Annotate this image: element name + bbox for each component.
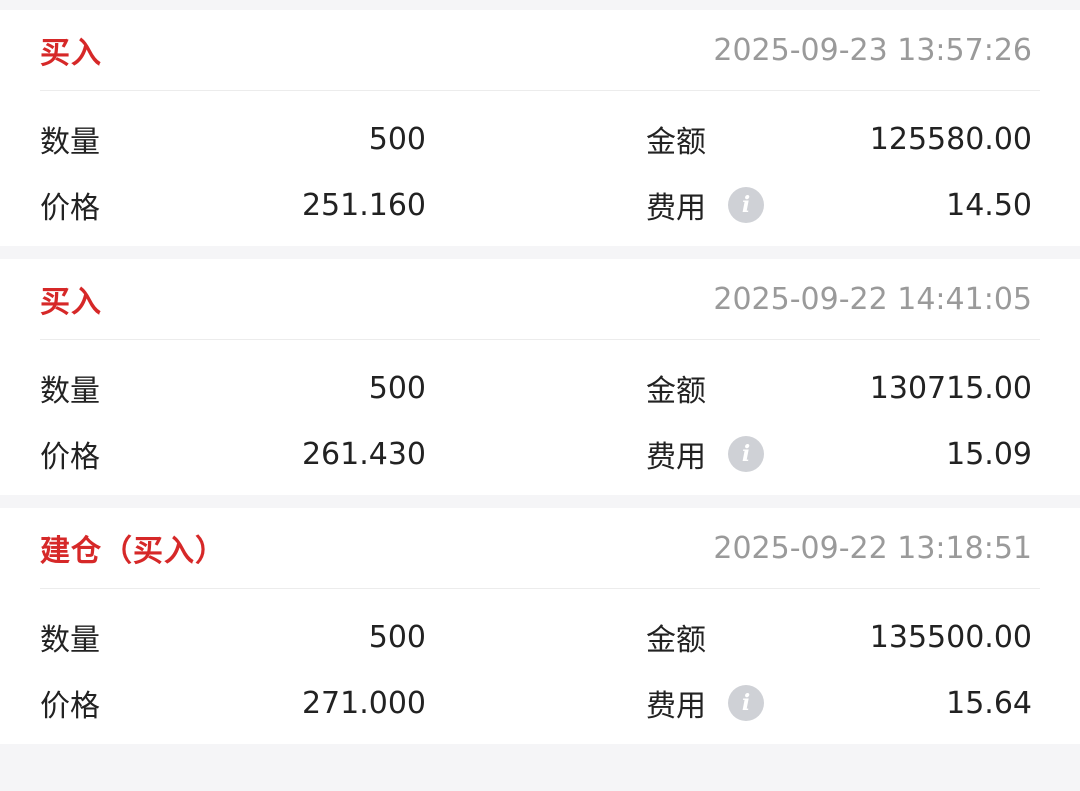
amount-cell: 金额 125580.00 bbox=[646, 117, 1032, 161]
trade-card[interactable]: 建仓（买入） 2025-09-22 13:18:51 数量 500 金额 135… bbox=[0, 508, 1080, 744]
fee-cell: 费用 i 15.09 bbox=[646, 432, 1032, 476]
price-value: 271.000 bbox=[301, 685, 426, 721]
amount-cell: 金额 130715.00 bbox=[646, 366, 1032, 410]
trade-details: 数量 500 金额 130715.00 价格 261.430 费用 i 15.0… bbox=[0, 355, 1080, 487]
price-cell: 价格 271.000 bbox=[40, 681, 426, 725]
amount-cell: 金额 135500.00 bbox=[646, 615, 1032, 659]
price-label: 价格 bbox=[40, 191, 100, 226]
trade-details: 数量 500 金额 135500.00 价格 271.000 费用 i 15.6… bbox=[0, 604, 1080, 736]
price-label: 价格 bbox=[40, 689, 100, 724]
quantity-label: 数量 bbox=[40, 374, 100, 409]
amount-value: 130715.00 bbox=[869, 370, 1032, 406]
trade-timestamp: 2025-09-23 13:57:26 bbox=[713, 32, 1032, 68]
trade-details: 数量 500 金额 125580.00 价格 251.160 费用 i 14.5… bbox=[0, 106, 1080, 238]
info-icon[interactable]: i bbox=[728, 685, 764, 721]
trade-card-header: 买入 2025-09-23 13:57:26 bbox=[40, 10, 1040, 91]
detail-row: 数量 500 金额 125580.00 bbox=[40, 106, 1040, 172]
detail-row: 数量 500 金额 130715.00 bbox=[40, 355, 1040, 421]
fee-value: 15.09 bbox=[946, 436, 1032, 472]
fee-label: 费用 bbox=[646, 689, 706, 724]
amount-value: 135500.00 bbox=[869, 619, 1032, 655]
fee-label-group: 费用 i bbox=[646, 432, 764, 476]
trade-type-label: 买入 bbox=[40, 285, 102, 320]
trade-card-header: 买入 2025-09-22 14:41:05 bbox=[40, 259, 1040, 340]
price-cell: 价格 261.430 bbox=[40, 432, 426, 476]
price-value: 251.160 bbox=[301, 187, 426, 223]
fee-value: 15.64 bbox=[946, 685, 1032, 721]
fee-cell: 费用 i 15.64 bbox=[646, 681, 1032, 725]
quantity-cell: 数量 500 bbox=[40, 366, 426, 410]
detail-row: 价格 251.160 费用 i 14.50 bbox=[40, 172, 1040, 238]
amount-value: 125580.00 bbox=[869, 121, 1032, 157]
trade-card-header: 建仓（买入） 2025-09-22 13:18:51 bbox=[40, 508, 1040, 589]
detail-row: 价格 271.000 费用 i 15.64 bbox=[40, 670, 1040, 736]
quantity-label: 数量 bbox=[40, 125, 100, 160]
detail-row: 数量 500 金额 135500.00 bbox=[40, 604, 1040, 670]
trade-card[interactable]: 买入 2025-09-23 13:57:26 数量 500 金额 125580.… bbox=[0, 10, 1080, 246]
quantity-cell: 数量 500 bbox=[40, 615, 426, 659]
trade-timestamp: 2025-09-22 14:41:05 bbox=[713, 281, 1032, 317]
quantity-label: 数量 bbox=[40, 623, 100, 658]
trade-timestamp: 2025-09-22 13:18:51 bbox=[713, 530, 1032, 566]
fee-label-group: 费用 i bbox=[646, 183, 764, 227]
trade-record-list: 买入 2025-09-23 13:57:26 数量 500 金额 125580.… bbox=[0, 0, 1080, 744]
amount-label: 金额 bbox=[646, 623, 706, 658]
quantity-value: 500 bbox=[368, 121, 426, 157]
price-label: 价格 bbox=[40, 440, 100, 475]
trade-type-label: 建仓（买入） bbox=[40, 534, 226, 569]
price-value: 261.430 bbox=[301, 436, 426, 472]
amount-label: 金额 bbox=[646, 374, 706, 409]
trade-type-label: 买入 bbox=[40, 36, 102, 71]
amount-label: 金额 bbox=[646, 125, 706, 160]
fee-cell: 费用 i 14.50 bbox=[646, 183, 1032, 227]
quantity-cell: 数量 500 bbox=[40, 117, 426, 161]
quantity-value: 500 bbox=[368, 370, 426, 406]
fee-label-group: 费用 i bbox=[646, 681, 764, 725]
fee-label: 费用 bbox=[646, 191, 706, 226]
price-cell: 价格 251.160 bbox=[40, 183, 426, 227]
info-icon[interactable]: i bbox=[728, 436, 764, 472]
detail-row: 价格 261.430 费用 i 15.09 bbox=[40, 421, 1040, 487]
fee-value: 14.50 bbox=[946, 187, 1032, 223]
fee-label: 费用 bbox=[646, 440, 706, 475]
quantity-value: 500 bbox=[368, 619, 426, 655]
trade-card[interactable]: 买入 2025-09-22 14:41:05 数量 500 金额 130715.… bbox=[0, 259, 1080, 495]
info-icon[interactable]: i bbox=[728, 187, 764, 223]
